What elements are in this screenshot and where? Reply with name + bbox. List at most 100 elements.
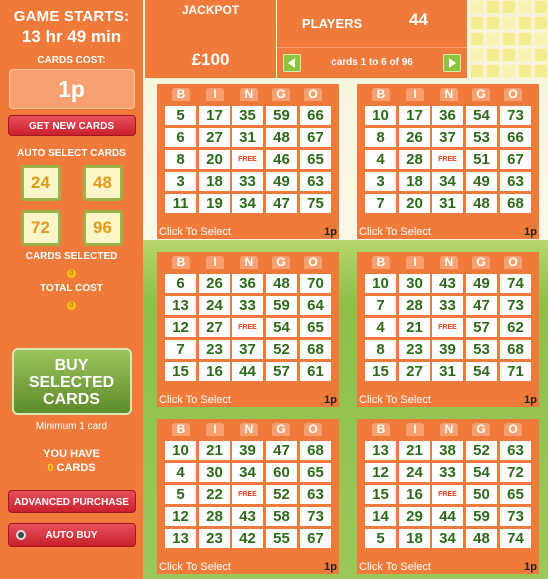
get-new-cards-button[interactable]: GET NEW CARDS [7, 115, 136, 136]
click-to-select-label[interactable]: Click To Select [359, 226, 431, 238]
free-cell: FREE [432, 318, 463, 337]
auto-select-24-button[interactable]: 24 [20, 165, 61, 201]
bingo-number-cell: 31 [432, 362, 463, 381]
bingo-number-cell: 48 [266, 274, 297, 293]
bingo-number-cell: 66 [500, 128, 531, 147]
players-row: PLAYERS 44 [277, 0, 467, 48]
bingo-number-cell: 34 [232, 194, 263, 213]
bingo-letter: G [272, 423, 290, 436]
bingo-card[interactable]: B I N G O 5 17 35 59 66 6 27 31 48 67 8 20 FREE 46 65 3 18 33 4… [157, 84, 339, 239]
decorative-tile [502, 0, 516, 14]
bingo-number-cell: 73 [500, 296, 531, 315]
decorative-tile [486, 64, 500, 78]
cards-cost-label: CARDS COST: [37, 55, 106, 66]
bingo-number-cell: 28 [199, 507, 230, 526]
bingo-number-cell: 71 [500, 362, 531, 381]
bingo-letter: G [472, 423, 490, 436]
bingo-number-cell: 27 [399, 362, 430, 381]
prev-page-arrow-icon[interactable] [283, 54, 301, 72]
decorative-tile [486, 32, 500, 46]
bingo-card[interactable]: B I N G O 10 17 36 54 73 8 26 37 53 66 4 28 FREE 51 67 3 18 34… [357, 84, 539, 239]
bingo-number-cell: 39 [232, 441, 263, 460]
decorative-tile [518, 16, 532, 30]
click-to-select-label[interactable]: Click To Select [359, 394, 431, 406]
card-footer: Click To Select 1p [357, 225, 539, 239]
bingo-number-cell: 16 [399, 485, 430, 504]
bingo-number-cell: 52 [266, 485, 297, 504]
bingo-letter: I [206, 423, 224, 436]
card-footer: Click To Select 1p [157, 225, 339, 239]
auto-select-72-button[interactable]: 72 [20, 210, 61, 246]
cards-selected-label: CARDS SELECTED [25, 251, 118, 262]
bingo-letter: O [504, 256, 522, 269]
bingo-number-cell: 6 [165, 274, 196, 293]
bingo-card[interactable]: B I N G O 10 21 39 47 68 4 30 34 60 65 5 22 FREE 52 63 12 28 4… [157, 419, 339, 574]
click-to-select-label[interactable]: Click To Select [159, 394, 231, 406]
free-cell: FREE [232, 318, 263, 337]
bingo-number-cell: 65 [300, 150, 331, 169]
advanced-purchase-button[interactable]: ADVANCED PURCHASE [7, 490, 136, 513]
bingo-number-cell: 31 [232, 128, 263, 147]
click-to-select-label[interactable]: Click To Select [359, 561, 431, 573]
bingo-number-cell: 38 [432, 441, 463, 460]
bingo-letter: N [240, 256, 258, 269]
auto-select-96-button[interactable]: 96 [82, 210, 123, 246]
card-price-label: 1p [524, 561, 537, 573]
bingo-card[interactable]: B I N G O 6 26 36 48 70 13 24 33 59 64 12 27 FREE 54 65 7 23 3… [157, 252, 339, 407]
cards-cost-value: 1p [8, 69, 135, 109]
bingo-number-cell: 12 [165, 318, 196, 337]
bingo-letter: B [172, 423, 190, 436]
bingo-number-cell: 75 [300, 194, 331, 213]
bingo-card[interactable]: B I N G O 10 30 43 49 74 7 28 33 47 73 4 21 FREE 57 62 8 23 39… [357, 252, 539, 407]
bingo-number-cell: 27 [199, 128, 230, 147]
bingo-number-cell: 63 [500, 172, 531, 191]
bingo-number-cell: 54 [466, 106, 497, 125]
bingo-number-cell: 52 [266, 340, 297, 359]
decorative-tiles [468, 0, 548, 78]
free-cell: FREE [432, 150, 463, 169]
click-to-select-label[interactable]: Click To Select [159, 561, 231, 573]
bingo-number-cell: 36 [232, 274, 263, 293]
auto-buy-button[interactable]: AUTO BUY [7, 523, 136, 547]
click-to-select-label[interactable]: Click To Select [159, 226, 231, 238]
bingo-number-cell: 67 [500, 150, 531, 169]
card-price-label: 1p [524, 226, 537, 238]
decorative-tile [502, 32, 516, 46]
bingo-number-cell: 3 [165, 172, 196, 191]
bingo-number-cell: 5 [365, 529, 396, 548]
bingo-number-cell: 21 [399, 318, 430, 337]
decorative-tile [470, 0, 484, 14]
card-footer: Click To Select 1p [357, 560, 539, 574]
decorative-tile [534, 48, 548, 62]
bingo-number-cell: 8 [165, 150, 196, 169]
bingo-card[interactable]: B I N G O 13 21 38 52 63 12 24 33 54 72 15 16 FREE 50 65 14 2… [357, 419, 539, 574]
bingo-letter: I [406, 88, 424, 101]
bingo-number-cell: 20 [199, 150, 230, 169]
auto-select-grid: 24 48 72 96 [0, 165, 143, 246]
bingo-number-cell: 55 [266, 529, 297, 548]
decorative-tile [470, 64, 484, 78]
bingo-number-cell: 59 [266, 106, 297, 125]
auto-select-48-button[interactable]: 48 [82, 165, 123, 201]
jackpot-label: JACKPOT [181, 3, 240, 17]
decorative-tile [518, 48, 532, 62]
decorative-tile [518, 0, 532, 14]
bingo-number-cell: 73 [500, 106, 531, 125]
auto-buy-radio-icon[interactable] [15, 530, 26, 540]
buy-button-line-1: BUY [54, 357, 89, 374]
bingo-number-cell: 37 [232, 340, 263, 359]
auto-buy-label: AUTO BUY [45, 530, 98, 541]
bingo-number-cell: 8 [365, 128, 396, 147]
card-footer: Click To Select 1p [157, 393, 339, 407]
free-cell: FREE [232, 485, 263, 504]
left-panel: GAME STARTS: 13 hr 49 min CARDS COST: 1p… [0, 0, 143, 579]
bingo-number-cell: 20 [399, 194, 430, 213]
bingo-number-cell: 24 [199, 296, 230, 315]
card-footer: Click To Select 1p [357, 393, 539, 407]
bingo-number-cell: 54 [466, 362, 497, 381]
bingo-header: BINGO [357, 423, 539, 438]
next-page-arrow-icon[interactable] [443, 54, 461, 72]
bingo-letter: G [272, 88, 290, 101]
buy-selected-cards-button[interactable]: BUY SELECTED CARDS [11, 348, 132, 415]
bingo-number-cell: 24 [399, 463, 430, 482]
